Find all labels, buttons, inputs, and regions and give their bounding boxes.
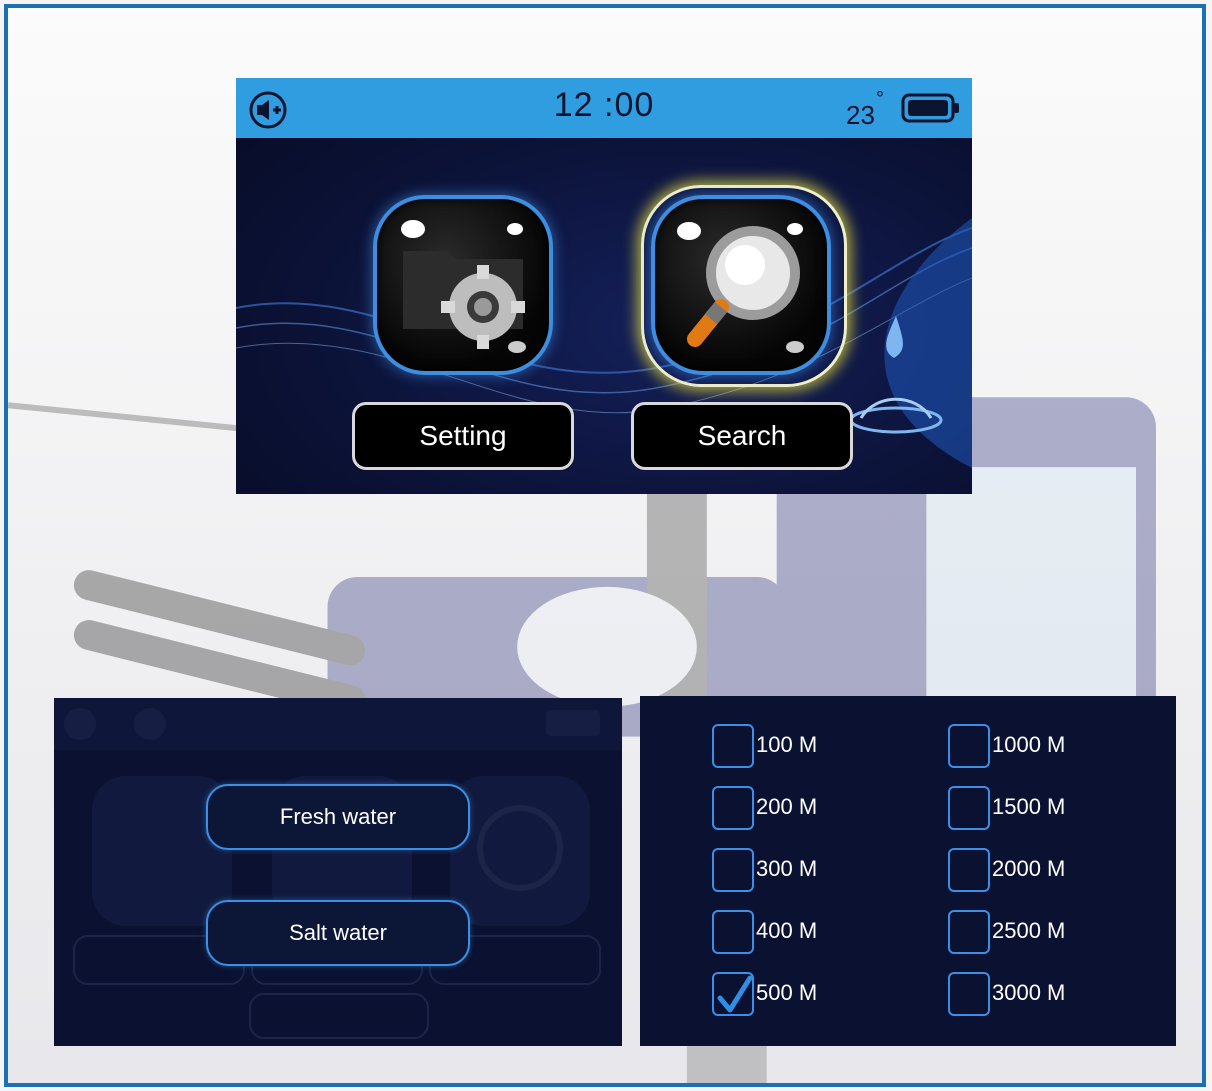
range-option-label: 200 M	[756, 794, 818, 819]
range-checkbox[interactable]	[948, 848, 990, 892]
range-checkbox[interactable]	[948, 786, 990, 830]
range-checkbox[interactable]	[712, 910, 754, 954]
figure-frame: 12 :00 23 ° Setting Search Fresh water S…	[4, 4, 1206, 1087]
battery-icon	[901, 93, 959, 123]
setting-label[interactable]: Setting	[352, 402, 574, 470]
salt-water-button[interactable]: Salt water	[206, 900, 470, 966]
setting-app-button[interactable]	[373, 195, 553, 375]
range-option-label: 1000 M	[992, 732, 1066, 757]
degree-symbol: °	[876, 88, 884, 110]
range-option-label: 2000 M	[992, 856, 1066, 881]
range-checkbox[interactable]	[712, 848, 754, 892]
search-app-button[interactable]	[651, 195, 831, 375]
range-option-label: 2500 M	[992, 918, 1066, 943]
range-checkbox-checked[interactable]	[712, 972, 754, 1016]
fresh-water-button[interactable]: Fresh water	[206, 784, 470, 850]
folder-gear-icon	[401, 220, 526, 353]
status-bar: 12 :00 23 °	[236, 78, 972, 138]
range-checkbox[interactable]	[948, 972, 990, 1016]
main-menu-screen: 12 :00 23 ° Setting Search	[236, 78, 972, 494]
temperature-value: 23	[846, 100, 875, 130]
range-option-label: 500 M	[756, 980, 818, 1005]
range-checkbox[interactable]	[712, 724, 754, 768]
ghost-menu-background	[54, 698, 622, 1039]
range-option-label: 400 M	[756, 918, 818, 943]
range-checkbox[interactable]	[948, 724, 990, 768]
range-option-label: 100 M	[756, 732, 818, 757]
range-option-label: 300 M	[756, 856, 818, 881]
range-select-screen: 100 M 200 M 300 M 400 M 500 M 1000 M 150…	[640, 696, 1176, 1046]
water-type-screen: Fresh water Salt water	[54, 698, 622, 1046]
range-option-label: 3000 M	[992, 980, 1066, 1005]
search-label[interactable]: Search	[631, 402, 853, 470]
wave-decoration	[236, 218, 972, 468]
range-checkbox[interactable]	[712, 786, 754, 830]
range-option-label: 1500 M	[992, 794, 1066, 819]
range-checkbox[interactable]	[948, 910, 990, 954]
checkmark-icon	[717, 975, 752, 1013]
magnifier-icon	[677, 222, 804, 353]
